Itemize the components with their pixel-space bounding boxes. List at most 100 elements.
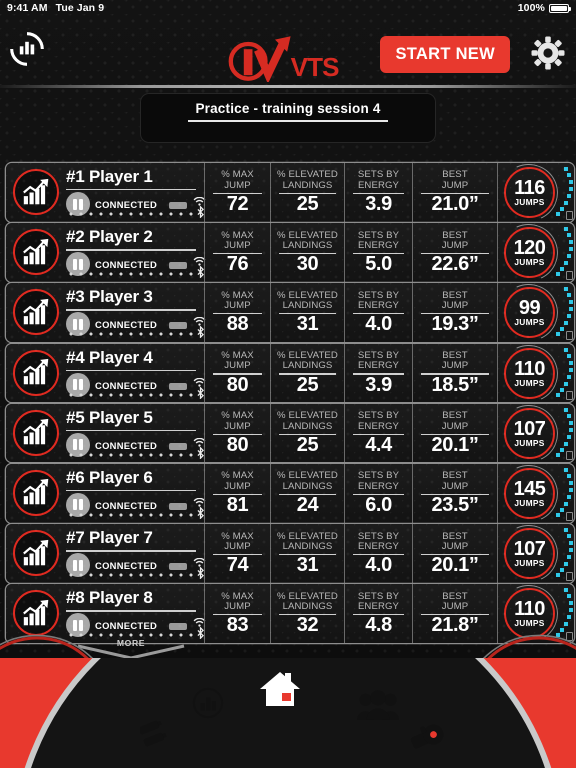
nav-people-group-icon[interactable] xyxy=(356,690,400,726)
metric-cell-best-jump[interactable]: BEST JUMP 18.5” xyxy=(412,343,497,403)
metric-cells: % MAX JUMP 83 % ELEVATED LANDINGS 32 SET… xyxy=(204,584,497,643)
metric-cell-sets-by-energy[interactable]: SETS BY ENERGY 5.0 xyxy=(344,223,412,282)
metric-value-best-jump: 23.5” xyxy=(431,494,479,517)
start-new-button[interactable]: START NEW xyxy=(380,36,510,73)
player-name: #2 Player 2 xyxy=(66,227,153,247)
nav-devices-battery-icon[interactable] xyxy=(138,719,174,754)
jump-count: 120 xyxy=(513,237,546,260)
metric-cell-max-jump[interactable]: % MAX JUMP 74 xyxy=(204,524,270,583)
player-performance-icon[interactable] xyxy=(13,409,59,456)
player-performance-icon[interactable] xyxy=(13,530,59,577)
metric-cell-elevated-landings[interactable]: % ELEVATED LANDINGS 24 xyxy=(270,463,344,523)
metric-label-best-jump-line2: JUMP xyxy=(441,179,469,191)
player-rank: #5 xyxy=(66,407,85,427)
player-performance-icon[interactable] xyxy=(13,289,59,336)
player-row[interactable]: #2 Player 2 CONNECTED % MAX JUMP 76 % EL… xyxy=(6,223,574,282)
player-row[interactable]: #4 Player 4 CONNECTED % MAX JUMP 80 % EL… xyxy=(6,343,574,403)
device-battery-icon xyxy=(169,623,187,631)
metric-cell-elevated-landings[interactable]: % ELEVATED LANDINGS 31 xyxy=(270,524,344,583)
connection-status: CONNECTED xyxy=(95,499,158,511)
metric-cell-max-jump[interactable]: % MAX JUMP 83 xyxy=(204,584,270,643)
metric-cell-max-jump[interactable]: % MAX JUMP 88 xyxy=(204,283,270,342)
jump-count: 107 xyxy=(513,417,546,440)
metric-cell-elevated-landings[interactable]: % ELEVATED LANDINGS 25 xyxy=(270,343,344,403)
metric-cell-elevated-landings[interactable]: % ELEVATED LANDINGS 30 xyxy=(270,223,344,282)
player-rank: #7 xyxy=(66,528,85,548)
jump-counter[interactable]: 107 JUMPS xyxy=(492,403,574,463)
metric-cell-elevated-landings[interactable]: % ELEVATED LANDINGS 25 xyxy=(270,403,344,463)
metric-cell-sets-by-energy[interactable]: SETS BY ENERGY 3.9 xyxy=(344,343,412,403)
jump-count: 110 xyxy=(514,598,545,621)
metric-cells: % MAX JUMP 88 % ELEVATED LANDINGS 31 SET… xyxy=(204,283,497,342)
jump-count: 110 xyxy=(514,357,545,380)
player-performance-icon[interactable] xyxy=(13,169,59,215)
metric-cell-max-jump[interactable]: % MAX JUMP 72 xyxy=(204,163,270,222)
player-performance-icon[interactable] xyxy=(13,469,59,516)
jump-ring: 107 JUMPS xyxy=(504,528,555,580)
jump-counter[interactable]: 120 JUMPS xyxy=(492,223,574,282)
metric-cell-sets-by-energy[interactable]: SETS BY ENERGY 4.4 xyxy=(344,403,412,463)
metric-value-max-jump: 80 xyxy=(226,373,249,396)
metric-cell-best-jump[interactable]: BEST JUMP 21.0” xyxy=(412,163,497,222)
metric-cell-sets-by-energy[interactable]: SETS BY ENERGY 4.0 xyxy=(344,283,412,342)
app-header: VTS START NEW xyxy=(0,16,576,88)
jump-counter[interactable]: 99 JUMPS xyxy=(492,283,574,342)
player-name-divider xyxy=(66,429,196,432)
session-banner[interactable]: Practice - training session 4 xyxy=(140,93,436,143)
player-rank: #6 xyxy=(66,467,85,487)
metric-cell-sets-by-energy[interactable]: SETS BY ENERGY 6.0 xyxy=(344,463,412,523)
player-row[interactable]: #1 Player 1 CONNECTED % MAX JUMP 72 % EL… xyxy=(6,163,574,222)
metric-label-sets-by-energy-line2: ENERGY xyxy=(357,240,400,252)
player-row[interactable]: #5 Player 5 CONNECTED % MAX JUMP 80 % EL… xyxy=(6,403,574,463)
sensor-status-icon xyxy=(566,451,573,461)
metric-cell-sets-by-energy[interactable]: SETS BY ENERGY 4.8 xyxy=(344,584,412,643)
jump-counter[interactable]: 145 JUMPS xyxy=(492,463,574,523)
player-identity: #7 Player 7 CONNECTED xyxy=(6,524,206,583)
metric-cell-elevated-landings[interactable]: % ELEVATED LANDINGS 32 xyxy=(270,584,344,643)
device-battery-icon xyxy=(169,262,187,270)
jump-counter[interactable]: 107 JUMPS xyxy=(492,524,574,583)
player-performance-icon[interactable] xyxy=(13,349,59,396)
jump-counter[interactable]: 110 JUMPS xyxy=(492,343,574,403)
nav-home-icon[interactable] xyxy=(258,670,318,713)
player-performance-icon[interactable] xyxy=(13,229,59,276)
jump-ring: 110 JUMPS xyxy=(504,347,555,399)
metric-label-elevated-landings-line2: LANDINGS xyxy=(282,360,333,372)
player-label: Player 7 xyxy=(89,528,153,548)
metric-cell-best-jump[interactable]: BEST JUMP 19.3” xyxy=(412,283,497,342)
nav-whistle-icon[interactable] xyxy=(410,723,446,756)
metric-label-best-jump-line2: JUMP xyxy=(441,420,469,432)
jump-count: 145 xyxy=(513,477,546,500)
metric-cell-best-jump[interactable]: BEST JUMP 20.1” xyxy=(412,524,497,583)
metric-label-best-jump-line2: JUMP xyxy=(441,541,469,553)
metric-value-sets-by-energy: 6.0 xyxy=(365,494,392,517)
session-banner-area: Practice - training session 4 xyxy=(0,88,576,150)
chart-circle-icon[interactable] xyxy=(9,31,45,67)
jump-count: 99 xyxy=(518,297,541,320)
player-row[interactable]: #6 Player 6 CONNECTED % MAX JUMP 81 % EL… xyxy=(6,463,574,523)
metric-cell-max-jump[interactable]: % MAX JUMP 80 xyxy=(204,343,270,403)
jump-counter[interactable]: 116 JUMPS xyxy=(492,163,574,222)
player-name: #1 Player 1 xyxy=(66,167,153,187)
jump-count-label: JUMPS xyxy=(514,437,545,448)
player-row[interactable]: #7 Player 7 CONNECTED % MAX JUMP 74 % EL… xyxy=(6,524,574,583)
metric-cell-best-jump[interactable]: BEST JUMP 20.1” xyxy=(412,403,497,463)
metric-cell-elevated-landings[interactable]: % ELEVATED LANDINGS 31 xyxy=(270,283,344,342)
metric-value-elevated-landings: 25 xyxy=(296,373,319,396)
metric-cell-sets-by-energy[interactable]: SETS BY ENERGY 3.9 xyxy=(344,163,412,222)
metric-cell-best-jump[interactable]: BEST JUMP 23.5” xyxy=(412,463,497,523)
metric-cells: % MAX JUMP 74 % ELEVATED LANDINGS 31 SET… xyxy=(204,524,497,583)
signal-dots xyxy=(66,392,194,397)
metric-cell-elevated-landings[interactable]: % ELEVATED LANDINGS 25 xyxy=(270,163,344,222)
nav-chart-circle-icon[interactable] xyxy=(192,687,224,724)
metric-value-best-jump: 19.3” xyxy=(431,313,479,336)
metric-cell-sets-by-energy[interactable]: SETS BY ENERGY 4.0 xyxy=(344,524,412,583)
metric-cell-max-jump[interactable]: % MAX JUMP 80 xyxy=(204,403,270,463)
player-performance-icon[interactable] xyxy=(13,590,59,637)
metric-cell-max-jump[interactable]: % MAX JUMP 76 xyxy=(204,223,270,282)
metric-cell-best-jump[interactable]: BEST JUMP 22.6” xyxy=(412,223,497,282)
metric-value-sets-by-energy: 5.0 xyxy=(365,253,392,276)
player-row[interactable]: #3 Player 3 CONNECTED % MAX JUMP 88 % EL… xyxy=(6,283,574,342)
gear-icon[interactable] xyxy=(531,36,565,70)
metric-cell-max-jump[interactable]: % MAX JUMP 81 xyxy=(204,463,270,523)
